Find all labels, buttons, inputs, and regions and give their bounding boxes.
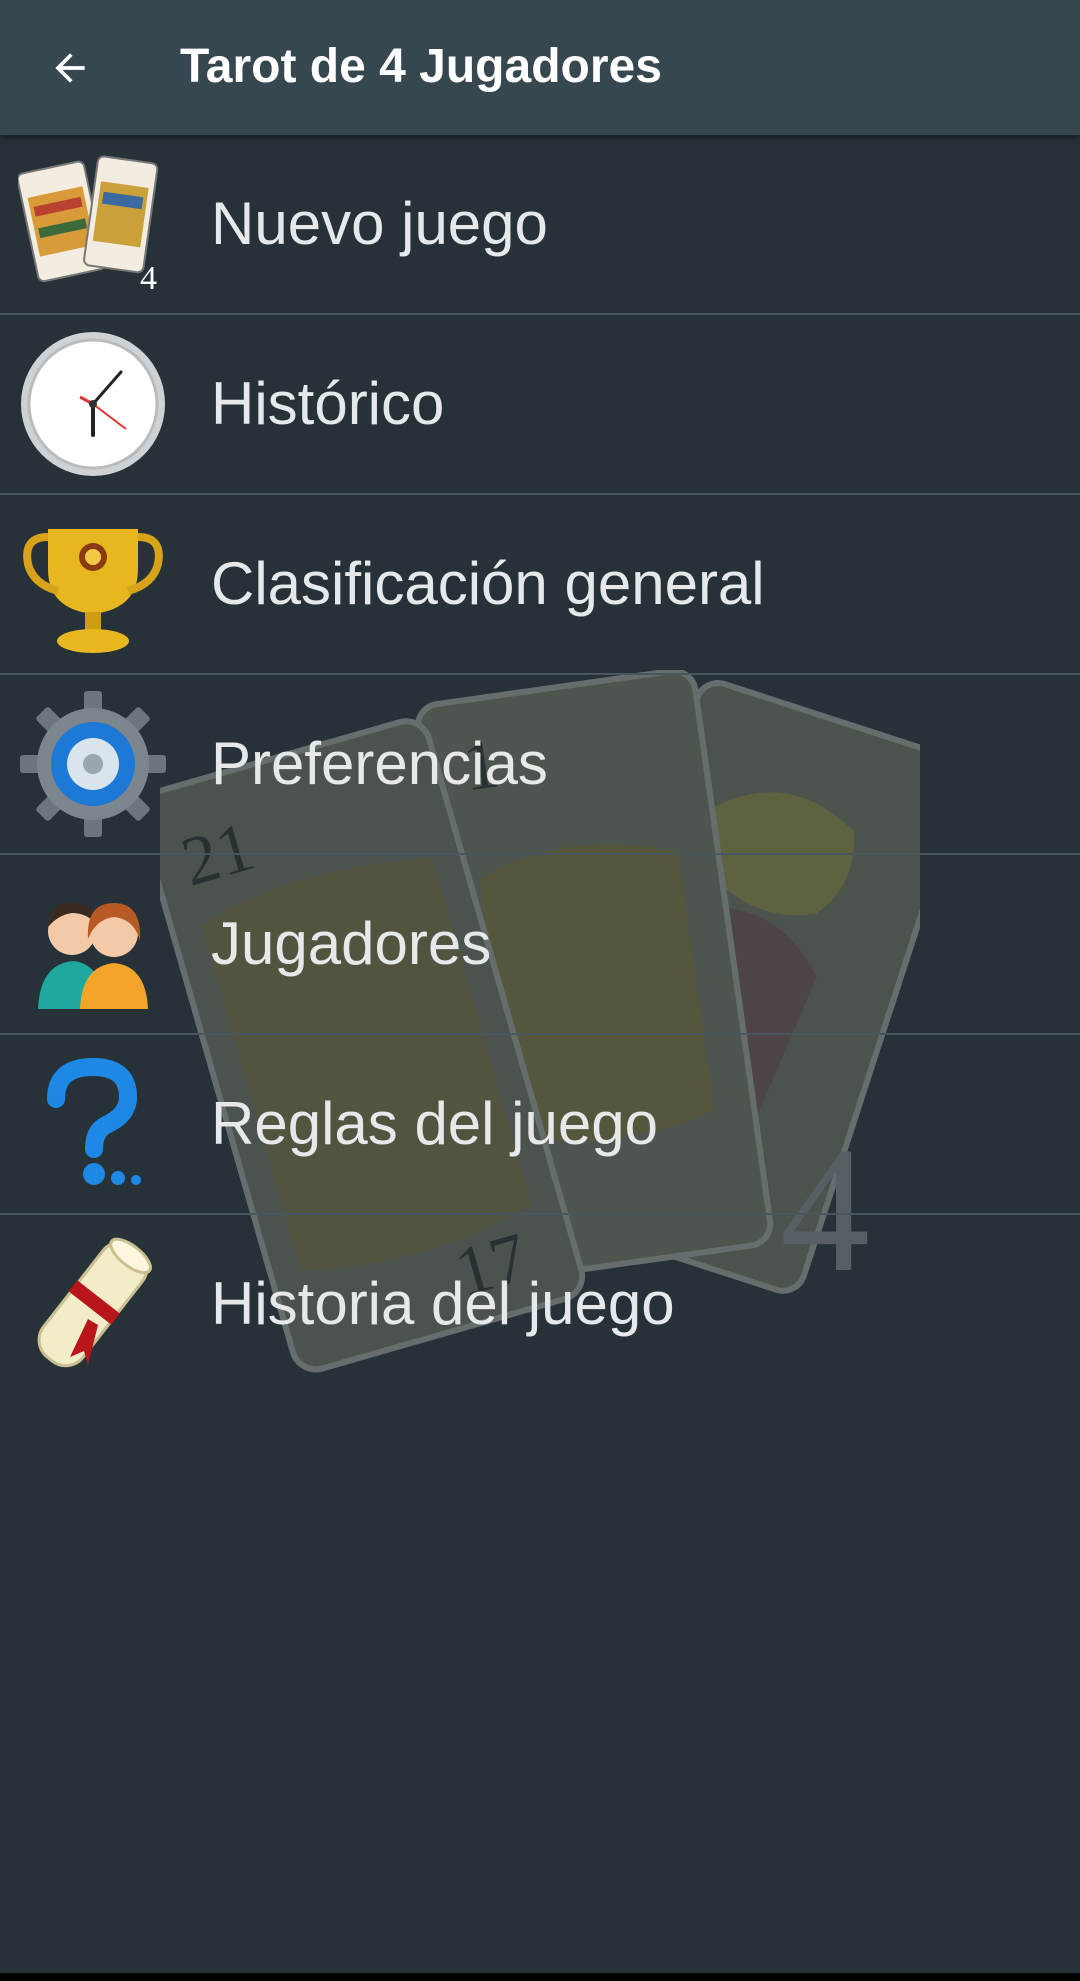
tarot-cards-icon: 4 <box>18 149 168 299</box>
main-menu: 4 Nuevo juego Histórico Clasificación ge… <box>0 135 1080 1393</box>
gear-icon <box>18 689 168 839</box>
trophy-icon <box>18 509 168 659</box>
menu-item-preferencias[interactable]: Preferencias <box>0 675 1080 855</box>
system-nav-bar <box>0 1973 1080 1981</box>
question-mark-icon <box>18 1049 168 1199</box>
menu-item-label: Clasificación general <box>211 550 765 617</box>
menu-item-label: Jugadores <box>211 910 492 977</box>
menu-item-nuevo-juego[interactable]: 4 Nuevo juego <box>0 135 1080 315</box>
menu-item-label: Reglas del juego <box>211 1090 658 1157</box>
app-bar: Tarot de 4 Jugadores <box>0 0 1080 135</box>
arrow-back-icon <box>55 52 85 83</box>
menu-item-label: Preferencias <box>211 730 548 797</box>
players-icon <box>18 869 168 1019</box>
scroll-icon <box>18 1229 168 1379</box>
nuevo-juego-badge: 4 <box>140 260 157 297</box>
menu-item-reglas-del-juego[interactable]: Reglas del juego <box>0 1035 1080 1215</box>
menu-item-historia-del-juego[interactable]: Historia del juego <box>0 1215 1080 1393</box>
clock-icon <box>18 329 168 479</box>
menu-item-jugadores[interactable]: Jugadores <box>0 855 1080 1035</box>
menu-item-label: Nuevo juego <box>211 190 548 257</box>
page-title: Tarot de 4 Jugadores <box>180 40 662 93</box>
menu-item-label: Histórico <box>211 370 445 437</box>
menu-item-historico[interactable]: Histórico <box>0 315 1080 495</box>
menu-item-label: Historia del juego <box>211 1270 675 1337</box>
menu-item-clasificacion-general[interactable]: Clasificación general <box>0 495 1080 675</box>
back-button[interactable] <box>30 30 110 105</box>
